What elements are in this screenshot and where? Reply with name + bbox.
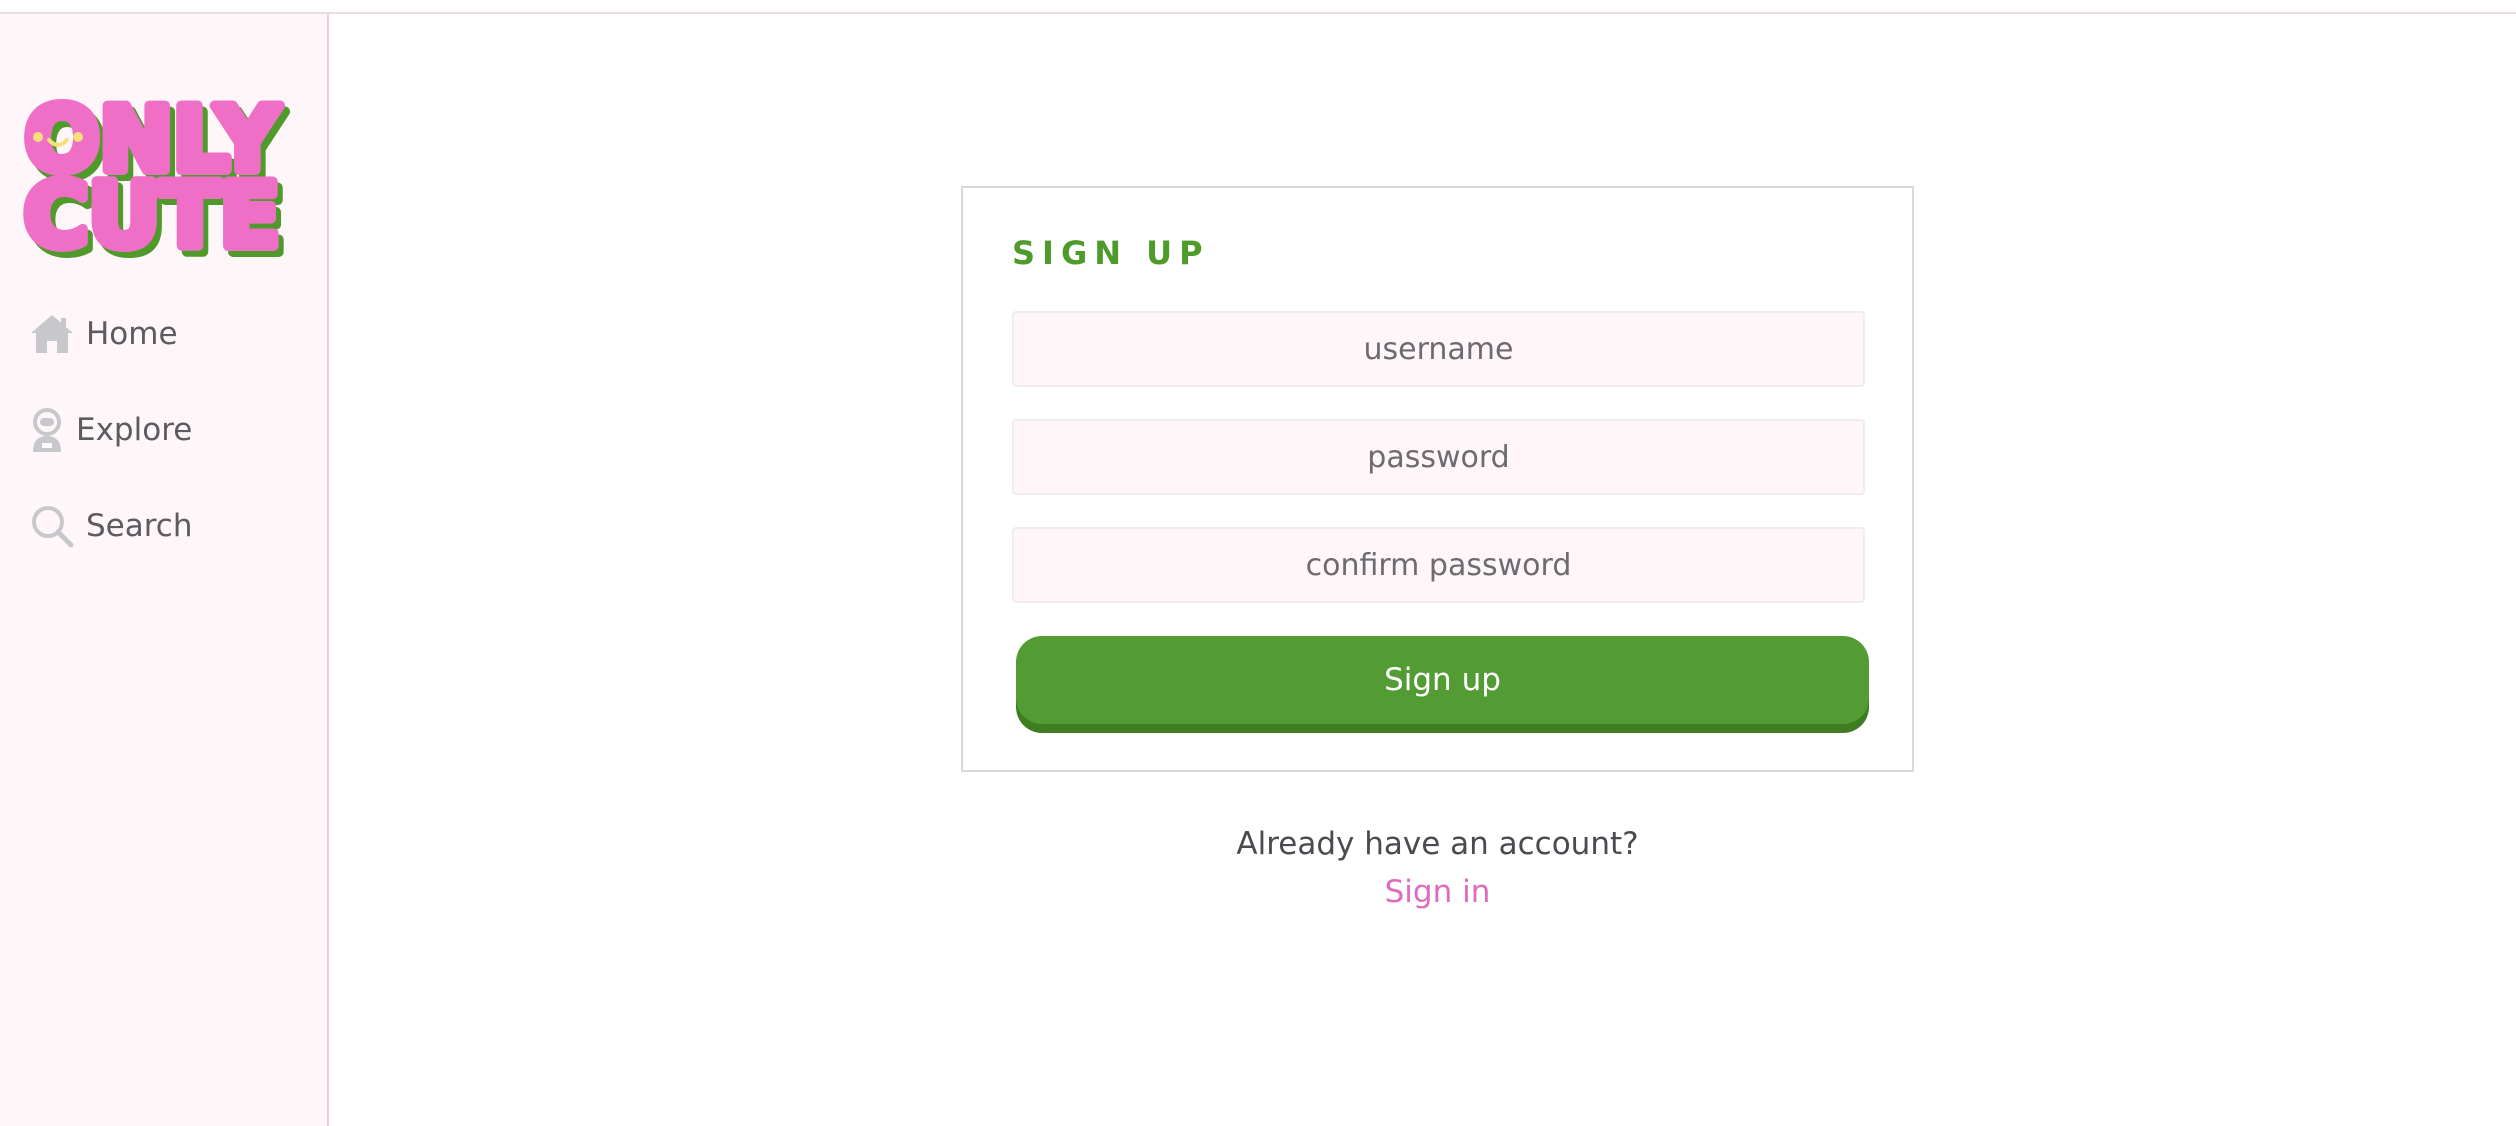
have-account-text: Already have an account? — [1236, 826, 1639, 862]
signup-card: SIGN UP Sign up — [961, 186, 1914, 772]
sidebar: ONLY ONLY CUTE CUTE Home Explore Search — [0, 14, 329, 1126]
sidebar-item-search[interactable]: Search — [28, 502, 193, 550]
sidebar-item-explore[interactable]: Explore — [28, 406, 192, 454]
sidebar-item-label: Home — [86, 316, 178, 352]
signin-link[interactable]: Sign in — [961, 874, 1914, 910]
sidebar-item-home[interactable]: Home — [28, 310, 178, 358]
home-icon — [28, 310, 76, 358]
confirm-password-input[interactable] — [1012, 527, 1865, 603]
username-input[interactable] — [1012, 311, 1865, 387]
top-divider — [0, 12, 2516, 14]
password-input[interactable] — [1012, 419, 1865, 495]
svg-text:CUTE: CUTE — [24, 164, 280, 260]
search-icon — [28, 502, 76, 550]
signup-button[interactable]: Sign up — [1016, 636, 1869, 724]
sidebar-item-label: Search — [86, 508, 193, 544]
sidebar-item-label: Explore — [76, 412, 193, 448]
signup-title: SIGN UP — [1012, 234, 1210, 272]
only-cute-logo[interactable]: ONLY ONLY CUTE CUTE — [16, 84, 290, 260]
astronaut-icon — [28, 406, 66, 454]
